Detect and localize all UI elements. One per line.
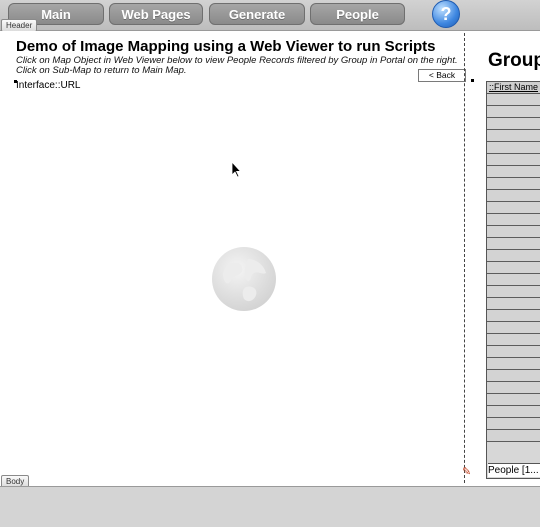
people-nav-button[interactable]: People [310,3,405,25]
page-title: Demo of Image Mapping using a Web Viewer… [16,38,436,55]
pencil-icon: ✎ [462,466,472,478]
portal-row[interactable] [487,334,540,346]
web-pages-nav-button[interactable]: Web Pages [109,3,203,25]
help-icon[interactable]: ? [432,0,460,28]
portal-row[interactable] [487,274,540,286]
first-name-column-header: ::First Name [487,82,540,94]
portal-row[interactable] [487,298,540,310]
instruction-text-secondary: Click on Sub-Map to return to Main Map. [16,65,187,76]
web-viewer-globe-icon [212,247,276,311]
layout-gap [475,31,486,486]
portal-row[interactable] [487,238,540,250]
mouse-cursor-icon [231,160,242,183]
portal-row[interactable] [487,214,540,226]
portal-row[interactable] [487,142,540,154]
group-title: Group [488,50,540,71]
portal-row[interactable] [487,418,540,430]
portal-row[interactable] [487,406,540,418]
portal-handle [471,79,474,82]
portal-row[interactable] [487,226,540,238]
header-band: Main Web Pages Generate Pages People ? [0,0,540,44]
back-button[interactable]: < Back [418,69,466,82]
portal-row[interactable] [487,154,540,166]
portal-row[interactable] [487,250,540,262]
portal-row[interactable] [487,322,540,334]
portal-row[interactable] [487,202,540,214]
portal-row[interactable] [487,118,540,130]
portal-rows [487,94,540,442]
portal-row[interactable] [487,262,540,274]
portal-row[interactable] [487,286,540,298]
portal-row[interactable] [487,382,540,394]
layout-body: Demo of Image Mapping using a Web Viewer… [0,31,540,486]
url-field[interactable]: Interface::URL [16,80,80,91]
portal-row[interactable] [487,394,540,406]
portal-row[interactable] [487,346,540,358]
portal-row[interactable] [487,190,540,202]
portal-row[interactable] [487,358,540,370]
portal-row[interactable] [487,130,540,142]
portal-row[interactable] [487,178,540,190]
people-portal[interactable]: ::First Name [486,81,540,479]
portal-row[interactable] [487,166,540,178]
layout-boundary-line [464,33,465,483]
portal-row[interactable] [487,370,540,382]
status-area [0,486,540,527]
people-count-label: People [1... [488,463,540,477]
portal-row[interactable] [487,94,540,106]
portal-row[interactable] [487,430,540,442]
portal-row[interactable] [487,310,540,322]
generate-pages-nav-button[interactable]: Generate Pages [209,3,305,44]
portal-row[interactable] [487,106,540,118]
